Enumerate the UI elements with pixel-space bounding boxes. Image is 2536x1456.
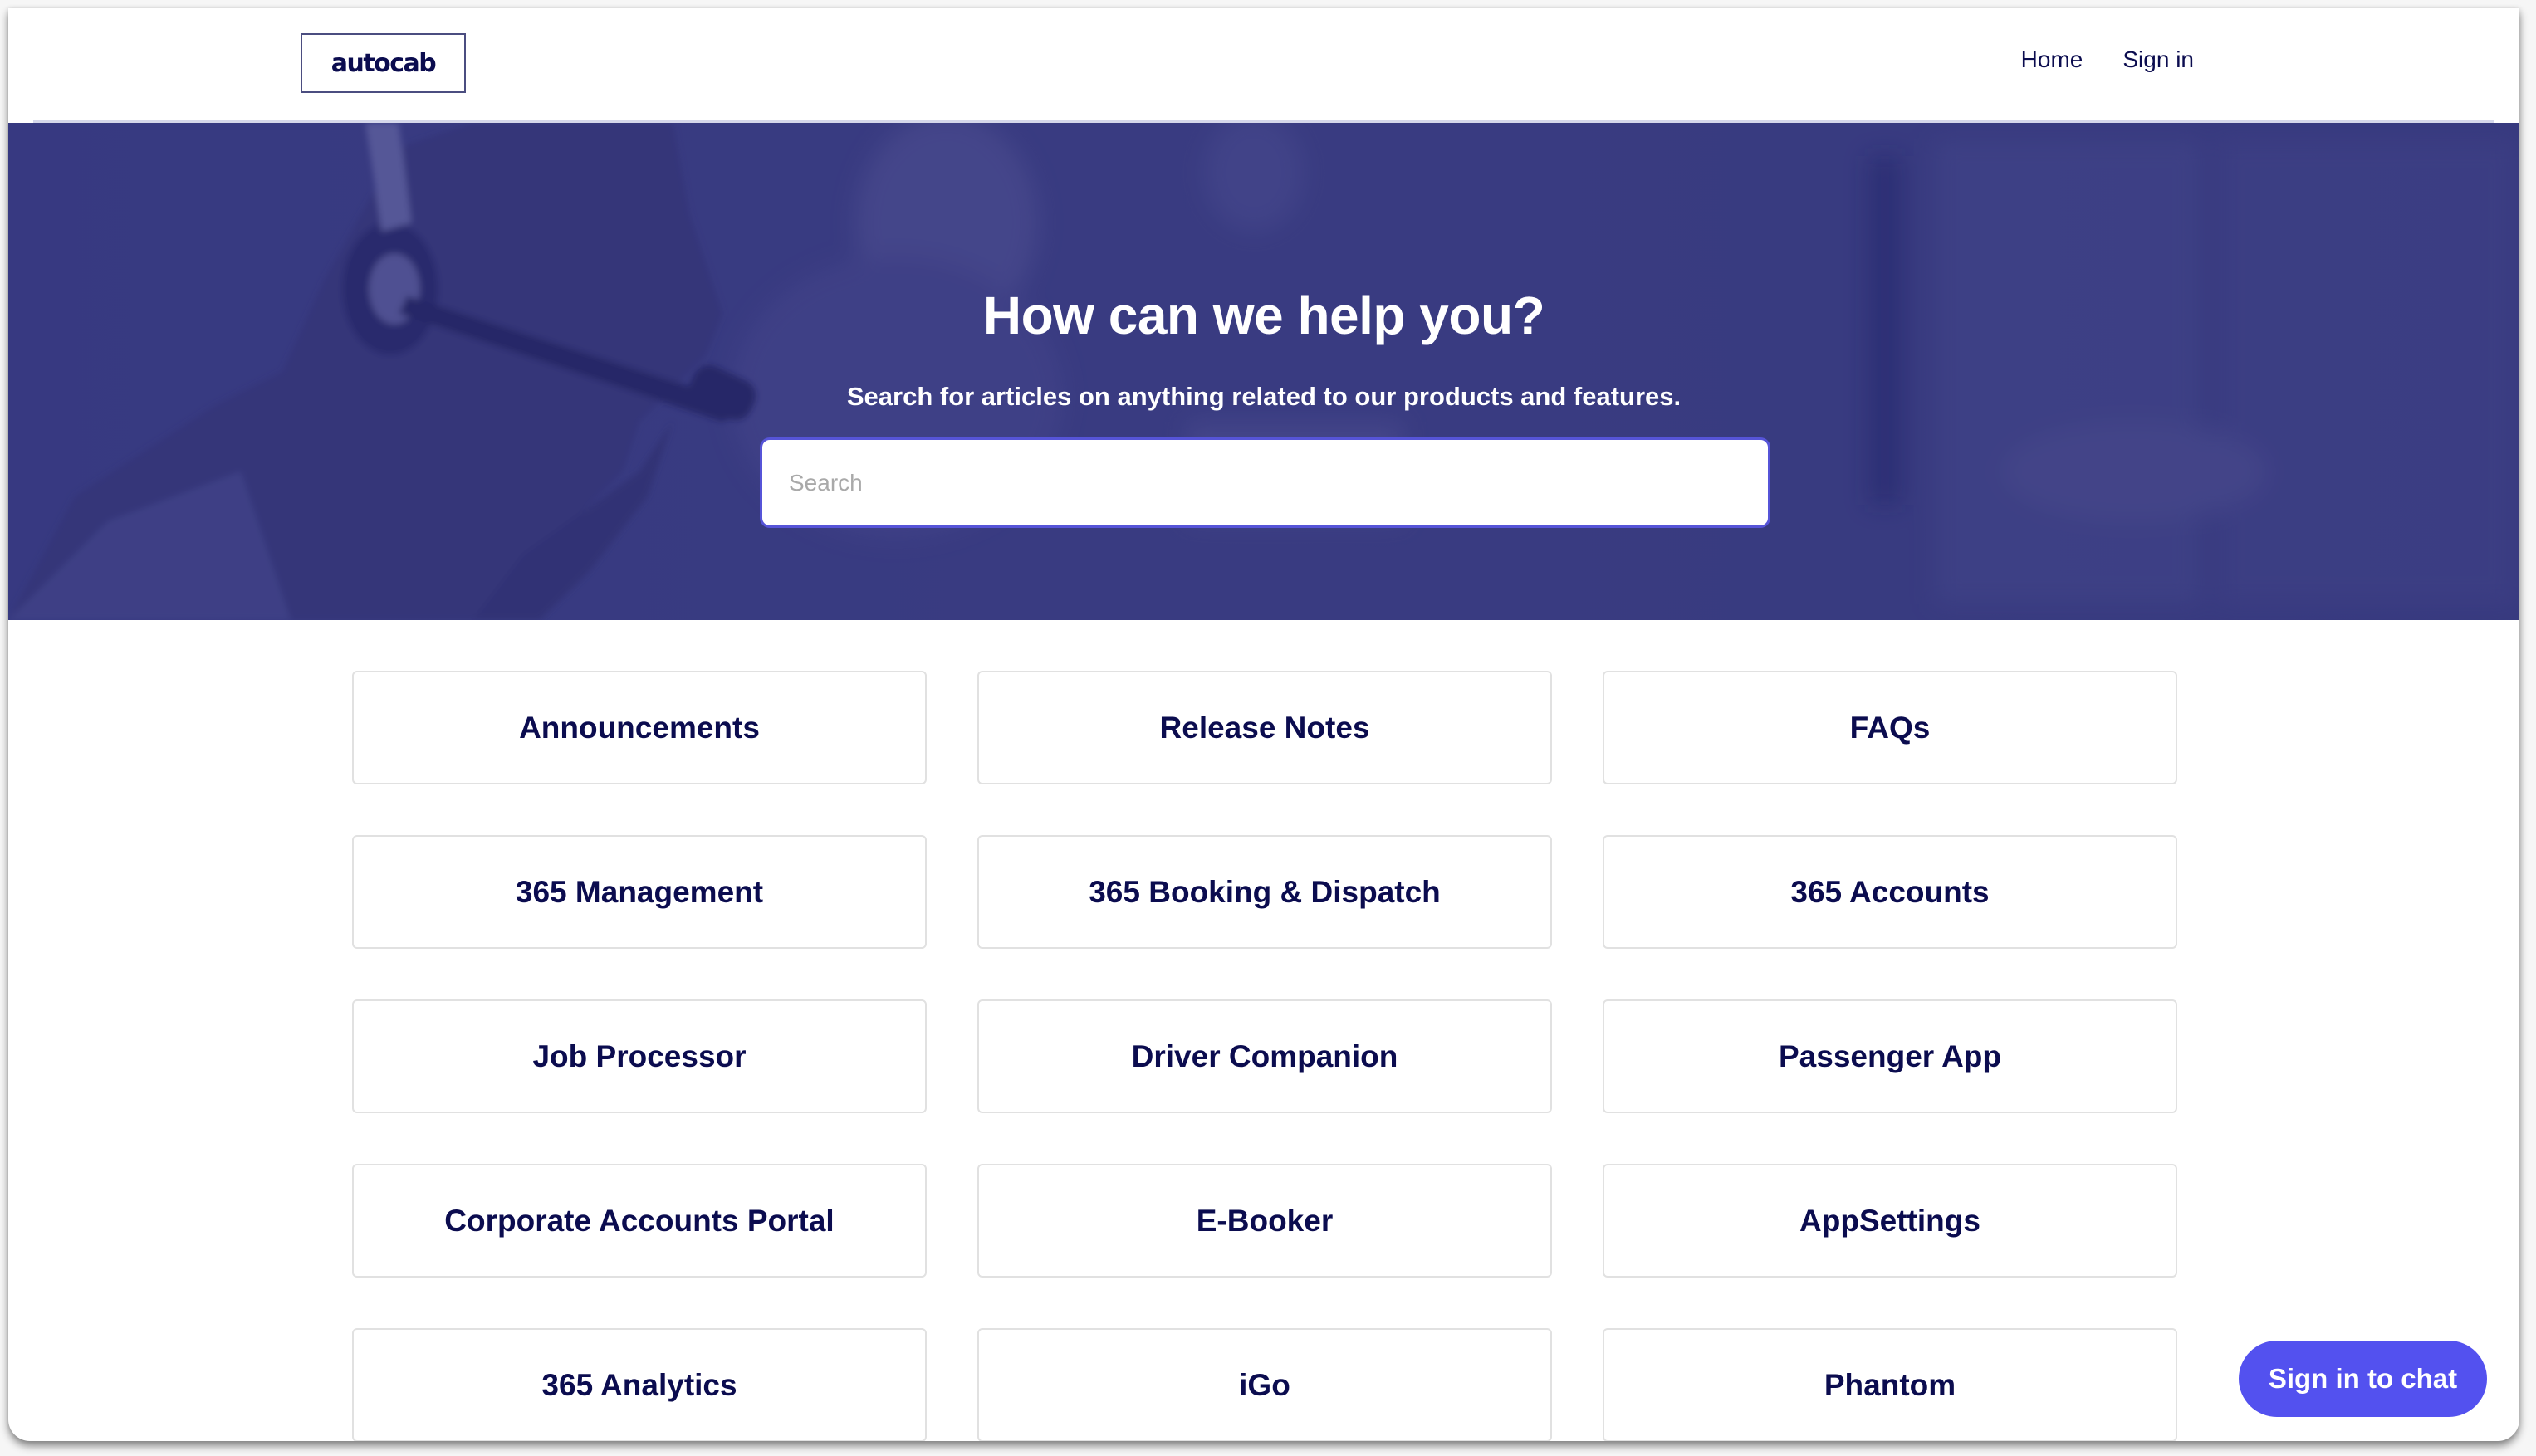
logo-text: autocab [330, 48, 437, 78]
category-card-passenger-app[interactable]: Passenger App [1603, 999, 2177, 1113]
category-card-corporate-accounts-portal[interactable]: Corporate Accounts Portal [352, 1164, 927, 1278]
category-card-label: 365 Accounts [1790, 874, 1990, 909]
category-card-job-processor[interactable]: Job Processor [352, 999, 927, 1113]
site-header: autocab Home Sign in [8, 8, 2519, 123]
category-card-label: 365 Analytics [541, 1367, 737, 1402]
category-card-driver-companion[interactable]: Driver Companion [977, 999, 1552, 1113]
category-card-label: Release Notes [1159, 710, 1370, 745]
category-card-faqs[interactable]: FAQs [1603, 671, 2177, 784]
category-card-365-booking-dispatch[interactable]: 365 Booking & Dispatch [977, 835, 1552, 949]
category-card-e-booker[interactable]: E-Booker [977, 1164, 1552, 1278]
category-card-label: 365 Management [515, 874, 764, 909]
category-card-label: E-Booker [1196, 1203, 1334, 1238]
category-card-label: Corporate Accounts Portal [444, 1203, 835, 1238]
category-card-igo[interactable]: iGo [977, 1328, 1552, 1441]
category-card-release-notes[interactable]: Release Notes [977, 671, 1552, 784]
category-card-label: 365 Booking & Dispatch [1089, 874, 1441, 909]
category-card-announcements[interactable]: Announcements [352, 671, 927, 784]
top-nav: Home Sign in [2021, 46, 2194, 73]
browser-window: autocab Home Sign in How can we help you… [8, 8, 2519, 1441]
category-card-label: iGo [1239, 1367, 1290, 1402]
hero-banner: How can we help you? Search for articles… [8, 123, 2519, 620]
autocab-logo[interactable]: autocab [301, 33, 466, 93]
category-card-365-management[interactable]: 365 Management [352, 835, 927, 949]
sign-in-to-chat-button[interactable]: Sign in to chat [2239, 1341, 2487, 1417]
category-card-appsettings[interactable]: AppSettings [1603, 1164, 2177, 1278]
search-container [760, 437, 1770, 528]
category-card-365-accounts[interactable]: 365 Accounts [1603, 835, 2177, 949]
search-input[interactable] [760, 437, 1770, 528]
category-card-label: AppSettings [1799, 1203, 1980, 1238]
category-card-label: Announcements [519, 710, 760, 745]
category-card-label: FAQs [1849, 710, 1931, 745]
hero-overlay [8, 123, 2519, 620]
category-grid: Announcements Release Notes FAQs 365 Man… [352, 671, 2177, 1441]
category-card-label: Job Processor [532, 1038, 747, 1073]
category-card-365-analytics[interactable]: 365 Analytics [352, 1328, 927, 1441]
category-card-phantom[interactable]: Phantom [1603, 1328, 2177, 1441]
hero-title: How can we help you? [982, 286, 1545, 345]
nav-sign-in-link[interactable]: Sign in [2122, 46, 2194, 73]
nav-home-link[interactable]: Home [2021, 46, 2083, 73]
category-card-label: Passenger App [1779, 1038, 2001, 1073]
category-card-label: Driver Companion [1131, 1038, 1398, 1073]
category-card-label: Phantom [1824, 1367, 1956, 1402]
hero-subtitle: Search for articles on anything related … [846, 382, 1682, 411]
